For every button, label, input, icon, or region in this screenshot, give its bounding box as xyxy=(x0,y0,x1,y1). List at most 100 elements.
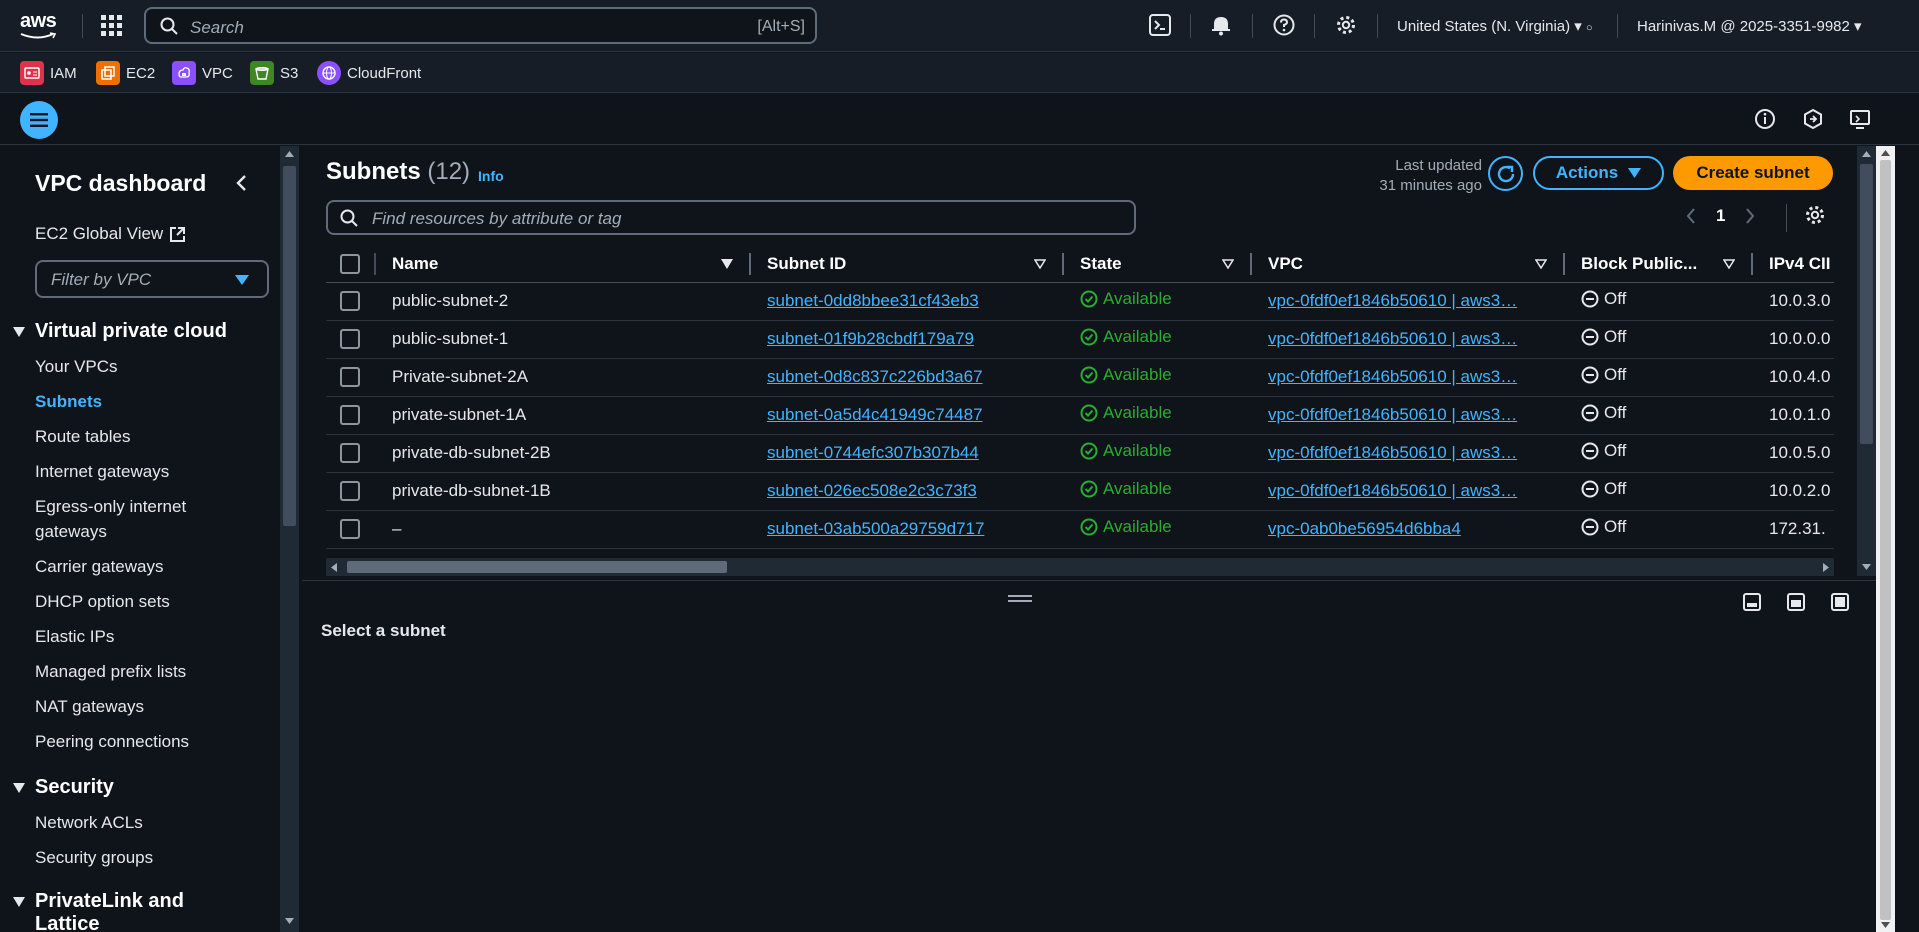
column-header-state[interactable]: State xyxy=(1064,246,1252,283)
row-checkbox[interactable] xyxy=(340,329,360,350)
column-header-subnet-id[interactable]: Subnet ID xyxy=(751,246,1064,283)
table-row[interactable]: private-db-subnet-1B subnet-026ec508e2c3… xyxy=(326,472,1834,511)
scroll-down-arrow-icon[interactable] xyxy=(1881,922,1890,928)
sidebar-item-internet-gateways[interactable]: Internet gateways xyxy=(35,459,250,484)
scroll-up-arrow-icon[interactable] xyxy=(285,151,294,157)
sidebar-item-your-vpcs[interactable]: Your VPCs xyxy=(35,354,250,379)
subnet-id-link[interactable]: subnet-0744efc307b307b44 xyxy=(767,443,979,462)
notifications-bell-icon[interactable] xyxy=(1210,14,1232,36)
cloudshell-icon[interactable] xyxy=(1149,14,1171,36)
scroll-down-arrow-icon[interactable] xyxy=(1862,564,1871,570)
account-menu[interactable]: Harinivas.M @ 2025-3351-9982 ▾ xyxy=(1637,17,1862,35)
sidebar-section-privatelink[interactable]: PrivateLink and Lattice xyxy=(13,890,205,932)
sidebar-item-egress-only-internet-gateways[interactable]: Egress-only internet gateways xyxy=(35,494,250,544)
info-panel-icon[interactable] xyxy=(1754,108,1776,130)
sidebar-item-ec2-global-view[interactable]: EC2 Global View xyxy=(35,224,186,244)
sidebar-item-network-acls[interactable]: Network ACLs xyxy=(35,810,250,835)
sidebar-scrollbar[interactable] xyxy=(280,146,299,932)
table-preferences-gear-icon[interactable] xyxy=(1804,204,1826,226)
resize-handle-icon[interactable] xyxy=(1008,593,1032,603)
sidebar-item-elastic-ips[interactable]: Elastic IPs xyxy=(35,624,250,649)
vpc-link[interactable]: vpc-0fdf0ef1846b50610 | aws3… xyxy=(1268,481,1517,500)
feedback-screen-icon[interactable] xyxy=(1849,108,1871,130)
table-row[interactable]: private-subnet-1A subnet-0a5d4c41949c744… xyxy=(326,396,1834,435)
sidebar-title[interactable]: VPC dashboard xyxy=(35,170,206,197)
column-header-ipv4-cidr[interactable]: IPv4 CII xyxy=(1753,246,1834,283)
refresh-button[interactable] xyxy=(1488,156,1523,191)
table-row[interactable]: private-db-subnet-2B subnet-0744efc307b3… xyxy=(326,434,1834,473)
panel-bottom-icon[interactable] xyxy=(1743,593,1761,611)
vpc-link[interactable]: vpc-0fdf0ef1846b50610 | aws3… xyxy=(1268,367,1517,386)
row-checkbox[interactable] xyxy=(340,405,360,426)
scroll-up-arrow-icon[interactable] xyxy=(1881,150,1890,156)
table-row[interactable]: public-subnet-2 subnet-0dd8bbee31cf43eb3… xyxy=(326,282,1834,321)
filter-by-vpc-select[interactable]: Filter by VPC xyxy=(35,260,269,298)
sidebar-item-security-groups[interactable]: Security groups xyxy=(35,845,250,870)
scroll-left-arrow-icon[interactable] xyxy=(331,563,337,572)
table-horizontal-scrollbar[interactable] xyxy=(326,558,1834,576)
row-checkbox[interactable] xyxy=(340,519,360,540)
scrollbar-thumb[interactable] xyxy=(283,166,296,526)
favorite-cloudfront[interactable]: CloudFront xyxy=(317,61,421,85)
select-all-checkbox[interactable] xyxy=(340,254,360,274)
favorite-iam[interactable]: IAM xyxy=(20,61,77,85)
column-header-vpc[interactable]: VPC xyxy=(1252,246,1565,283)
table-row[interactable]: – subnet-03ab500a29759d717 Available vpc… xyxy=(326,510,1834,549)
table-row[interactable]: Private-subnet-2A subnet-0d8c837c226bd3a… xyxy=(326,358,1834,397)
services-grid-icon[interactable] xyxy=(101,15,123,37)
panel-side-icon[interactable] xyxy=(1787,593,1805,611)
favorite-ec2[interactable]: EC2 xyxy=(96,61,155,85)
subnet-id-link[interactable]: subnet-01f9b28cbdf179a79 xyxy=(767,329,974,348)
row-checkbox[interactable] xyxy=(340,291,360,312)
subnet-id-link[interactable]: subnet-0a5d4c41949c74487 xyxy=(767,405,983,424)
sidebar-item-peering-connections[interactable]: Peering connections xyxy=(35,729,250,754)
aws-logo[interactable]: aws xyxy=(20,10,62,42)
sidebar-item-carrier-gateways[interactable]: Carrier gateways xyxy=(35,554,250,579)
scrollbar-thumb[interactable] xyxy=(1880,160,1891,920)
vpc-link[interactable]: vpc-0fdf0ef1846b50610 | aws3… xyxy=(1268,405,1517,424)
vpc-link[interactable]: vpc-0fdf0ef1846b50610 | aws3… xyxy=(1268,329,1517,348)
info-link[interactable]: Info xyxy=(478,168,504,184)
next-page-chevron-icon[interactable] xyxy=(1745,208,1755,224)
row-checkbox[interactable] xyxy=(340,443,360,464)
global-search-input[interactable]: Search [Alt+S] xyxy=(144,7,817,44)
create-subnet-button[interactable]: Create subnet xyxy=(1673,156,1833,190)
row-checkbox[interactable] xyxy=(340,367,360,388)
sidebar-item-managed-prefix-lists[interactable]: Managed prefix lists xyxy=(35,659,250,684)
subnet-id-link[interactable]: subnet-0d8c837c226bd3a67 xyxy=(767,367,983,386)
vpc-link[interactable]: vpc-0ab0be56954d6bba4 xyxy=(1268,519,1461,538)
region-selector[interactable]: United States (N. Virginia) ▾ ○ xyxy=(1397,17,1593,35)
subnet-id-link[interactable]: subnet-0dd8bbee31cf43eb3 xyxy=(767,291,979,310)
sidebar-section-security[interactable]: Security xyxy=(13,776,114,799)
column-header-block-public-access[interactable]: Block Public... xyxy=(1565,246,1753,283)
scroll-right-arrow-icon[interactable] xyxy=(1823,563,1829,572)
row-checkbox[interactable] xyxy=(340,481,360,502)
favorite-vpc[interactable]: VPC xyxy=(172,61,233,85)
scroll-up-arrow-icon[interactable] xyxy=(1862,151,1871,157)
q-assistant-icon[interactable] xyxy=(1802,108,1824,130)
sidebar-section-virtual-private-cloud[interactable]: Virtual private cloud xyxy=(13,320,227,343)
scrollbar-thumb[interactable] xyxy=(347,561,727,573)
find-resources-input[interactable]: Find resources by attribute or tag xyxy=(326,200,1136,235)
subnet-id-link[interactable]: subnet-026ec508e2c3c73f3 xyxy=(767,481,977,500)
favorite-s3[interactable]: S3 xyxy=(250,61,298,85)
current-page[interactable]: 1 xyxy=(1716,206,1725,226)
sidebar-item-subnets[interactable]: Subnets xyxy=(35,389,250,414)
vpc-link[interactable]: vpc-0fdf0ef1846b50610 | aws3… xyxy=(1268,443,1517,462)
scroll-down-arrow-icon[interactable] xyxy=(285,918,294,924)
vpc-link[interactable]: vpc-0fdf0ef1846b50610 | aws3… xyxy=(1268,291,1517,310)
page-scrollbar[interactable] xyxy=(1876,146,1895,932)
panel-full-icon[interactable] xyxy=(1831,593,1849,611)
previous-page-chevron-icon[interactable] xyxy=(1686,208,1696,224)
subnet-id-link[interactable]: subnet-03ab500a29759d717 xyxy=(767,519,984,538)
side-navigation-toggle[interactable] xyxy=(20,101,58,139)
scrollbar-thumb[interactable] xyxy=(1860,164,1873,444)
settings-gear-icon[interactable] xyxy=(1335,14,1357,36)
sidebar-item-dhcp-option-sets[interactable]: DHCP option sets xyxy=(35,589,250,614)
sidebar-item-route-tables[interactable]: Route tables xyxy=(35,424,250,449)
sidebar-item-nat-gateways[interactable]: NAT gateways xyxy=(35,694,250,719)
help-icon[interactable] xyxy=(1273,14,1295,36)
collapse-sidebar-chevron-icon[interactable] xyxy=(234,174,248,192)
actions-dropdown-button[interactable]: Actions xyxy=(1533,156,1664,190)
table-row[interactable]: public-subnet-1 subnet-01f9b28cbdf179a79… xyxy=(326,320,1834,359)
